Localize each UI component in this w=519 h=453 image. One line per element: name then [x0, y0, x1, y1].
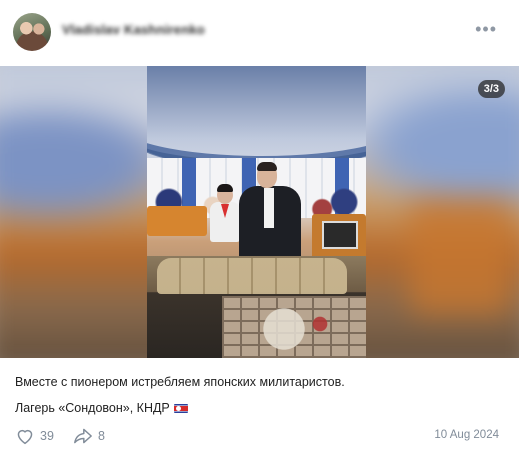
photo-man-shirt	[264, 188, 274, 228]
photo-monitor	[322, 221, 358, 249]
post-card: Vladislav Kashnirenko ••• 3/3 Вместе с п…	[0, 0, 519, 453]
post-header: Vladislav Kashnirenko •••	[0, 0, 519, 62]
share-count: 8	[98, 429, 105, 443]
post-location[interactable]: Лагерь «Сондовон», КНДР	[15, 401, 188, 415]
share-button[interactable]: 8	[73, 427, 105, 445]
ellipsis-icon[interactable]: •••	[475, 20, 497, 38]
share-icon	[73, 427, 93, 445]
author-name[interactable]: Vladislav Kashnirenko	[62, 22, 205, 37]
avatar[interactable]	[13, 13, 51, 51]
photo-mural	[257, 304, 347, 354]
post-date[interactable]: 10 Aug 2024	[434, 429, 499, 441]
post-footer: 39 8 10 Aug 2024	[15, 427, 505, 447]
like-button[interactable]: 39	[15, 427, 54, 445]
heart-icon	[15, 427, 35, 445]
photo-desk	[147, 206, 207, 236]
post-caption: Вместе с пионером истребляем японских ми…	[15, 375, 345, 389]
post-photo[interactable]	[147, 66, 366, 358]
photo-sandbags	[157, 258, 347, 294]
photo-carousel[interactable]: 3/3	[0, 66, 519, 358]
photo-pioneer-hair	[217, 184, 233, 192]
location-label: Лагерь «Сондовон», КНДР	[15, 401, 170, 415]
like-count: 39	[40, 429, 54, 443]
photo-man-hair	[257, 162, 277, 171]
photo-counter-badge: 3/3	[477, 80, 505, 98]
north-korea-flag-icon	[173, 404, 188, 413]
